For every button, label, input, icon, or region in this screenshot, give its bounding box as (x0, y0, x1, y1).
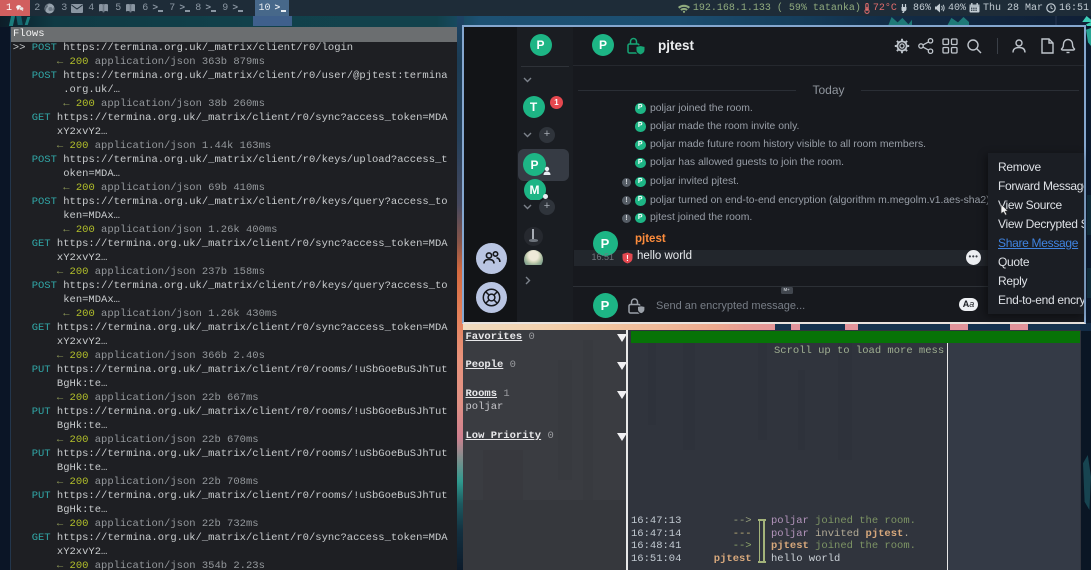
svg-text:!: ! (626, 253, 629, 262)
